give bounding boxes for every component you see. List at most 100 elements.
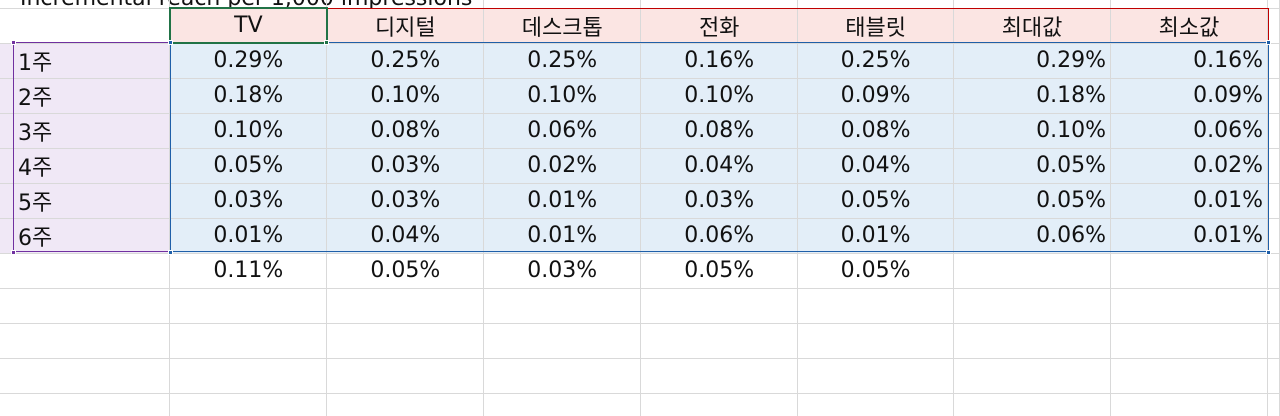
column-header-cell[interactable]: 전화 <box>640 8 799 44</box>
value-cell[interactable]: 0.16% <box>640 43 799 79</box>
value-cell[interactable]: 0.10% <box>326 78 485 114</box>
value-cell[interactable]: 0.18% <box>953 78 1112 114</box>
value-cell[interactable]: 0.01% <box>483 183 642 219</box>
cell[interactable] <box>1110 0 1268 9</box>
cell[interactable] <box>0 253 171 289</box>
cell[interactable] <box>1110 253 1268 289</box>
resize-handle[interactable] <box>168 250 173 255</box>
cell[interactable] <box>1110 288 1268 324</box>
resize-handle[interactable] <box>168 40 173 45</box>
value-cell[interactable]: 0.06% <box>1110 113 1268 149</box>
value-cell[interactable]: 0.05% <box>797 183 955 219</box>
average-cell[interactable]: 0.03% <box>483 253 642 289</box>
cell[interactable] <box>169 393 328 416</box>
value-cell[interactable]: 0.10% <box>169 113 328 149</box>
cell[interactable] <box>483 358 642 394</box>
value-cell[interactable]: 0.03% <box>640 183 799 219</box>
cell[interactable] <box>1267 0 1280 9</box>
cell[interactable] <box>1110 393 1268 416</box>
value-cell[interactable]: 0.01% <box>1110 183 1268 219</box>
resize-handle[interactable] <box>11 250 16 255</box>
cell[interactable] <box>640 358 799 394</box>
cell-table[interactable]: TV 디지털 데스크톱 전화 태블릿 최대값 최소값 1주 0.29% 0.25% 0.25% 0.1… <box>0 0 1280 416</box>
cell[interactable] <box>797 0 955 9</box>
value-cell[interactable]: 0.03% <box>169 183 328 219</box>
cell[interactable] <box>326 323 485 359</box>
cell[interactable] <box>0 8 171 44</box>
cell[interactable] <box>0 288 171 324</box>
value-cell[interactable]: 0.04% <box>640 148 799 184</box>
cell[interactable] <box>1110 323 1268 359</box>
resize-handle[interactable] <box>1266 250 1271 255</box>
cell[interactable] <box>953 0 1112 9</box>
resize-handle[interactable] <box>11 40 16 45</box>
value-cell[interactable]: 0.09% <box>1110 78 1268 114</box>
column-header-cell[interactable]: 태블릿 <box>797 8 955 44</box>
cell[interactable] <box>1267 323 1280 359</box>
cell[interactable] <box>483 323 642 359</box>
column-header-cell[interactable]: 최대값 <box>953 8 1112 44</box>
value-cell[interactable]: 0.06% <box>483 113 642 149</box>
cell[interactable] <box>326 358 485 394</box>
cell[interactable] <box>797 393 955 416</box>
row-label-cell[interactable]: 2주 <box>0 78 171 114</box>
value-cell[interactable]: 0.10% <box>640 78 799 114</box>
cell[interactable] <box>953 323 1112 359</box>
cell[interactable] <box>0 393 171 416</box>
average-cell[interactable]: 0.05% <box>326 253 485 289</box>
value-cell[interactable]: 0.01% <box>169 218 328 254</box>
cell[interactable] <box>953 253 1112 289</box>
cell[interactable] <box>1267 358 1280 394</box>
cell[interactable] <box>797 288 955 324</box>
value-cell[interactable]: 0.25% <box>326 43 485 79</box>
cell[interactable] <box>0 358 171 394</box>
average-cell[interactable]: 0.05% <box>797 253 955 289</box>
value-cell[interactable]: 0.09% <box>797 78 955 114</box>
cell[interactable] <box>169 358 328 394</box>
value-cell[interactable]: 0.02% <box>483 148 642 184</box>
cell[interactable] <box>1267 43 1280 79</box>
cell[interactable] <box>1267 78 1280 114</box>
cell[interactable] <box>326 288 485 324</box>
column-header-cell[interactable]: 데스크톱 <box>483 8 642 44</box>
cell[interactable] <box>953 358 1112 394</box>
cell[interactable] <box>326 393 485 416</box>
value-cell[interactable]: 0.08% <box>640 113 799 149</box>
value-cell[interactable]: 0.06% <box>953 218 1112 254</box>
cell[interactable] <box>953 288 1112 324</box>
cell[interactable] <box>1267 148 1280 184</box>
row-label-cell[interactable]: 3주 <box>0 113 171 149</box>
value-cell[interactable]: 0.05% <box>169 148 328 184</box>
cell[interactable] <box>640 323 799 359</box>
value-cell[interactable]: 0.03% <box>326 183 485 219</box>
value-cell[interactable]: 0.03% <box>326 148 485 184</box>
spreadsheet-grid[interactable]: Incremental reach per 1,000 impressions … <box>0 0 1280 416</box>
value-cell[interactable]: 0.01% <box>483 218 642 254</box>
value-cell[interactable]: 0.25% <box>797 43 955 79</box>
cell[interactable] <box>169 323 328 359</box>
value-cell[interactable]: 0.04% <box>326 218 485 254</box>
row-label-cell[interactable]: 5주 <box>0 183 171 219</box>
cell[interactable] <box>1267 218 1280 254</box>
value-cell[interactable]: 0.08% <box>326 113 485 149</box>
average-cell[interactable]: 0.11% <box>169 253 328 289</box>
row-label-cell[interactable]: 6주 <box>0 218 171 254</box>
column-header-cell[interactable]: TV <box>169 8 328 44</box>
value-cell[interactable]: 0.18% <box>169 78 328 114</box>
cell[interactable] <box>169 0 328 9</box>
cell[interactable] <box>640 393 799 416</box>
value-cell[interactable]: 0.04% <box>797 148 955 184</box>
column-header-cell[interactable]: 최소값 <box>1110 8 1268 44</box>
value-cell[interactable]: 0.01% <box>1110 218 1268 254</box>
cell[interactable] <box>0 0 171 9</box>
value-cell[interactable]: 0.02% <box>1110 148 1268 184</box>
row-label-cell[interactable]: 1주 <box>0 43 171 79</box>
column-header-cell[interactable]: 디지털 <box>326 8 485 44</box>
cell[interactable] <box>483 0 642 9</box>
value-cell[interactable]: 0.08% <box>797 113 955 149</box>
value-cell[interactable]: 0.10% <box>483 78 642 114</box>
value-cell[interactable]: 0.29% <box>169 43 328 79</box>
cell[interactable] <box>1267 393 1280 416</box>
cell[interactable] <box>1267 113 1280 149</box>
cell[interactable] <box>1110 358 1268 394</box>
